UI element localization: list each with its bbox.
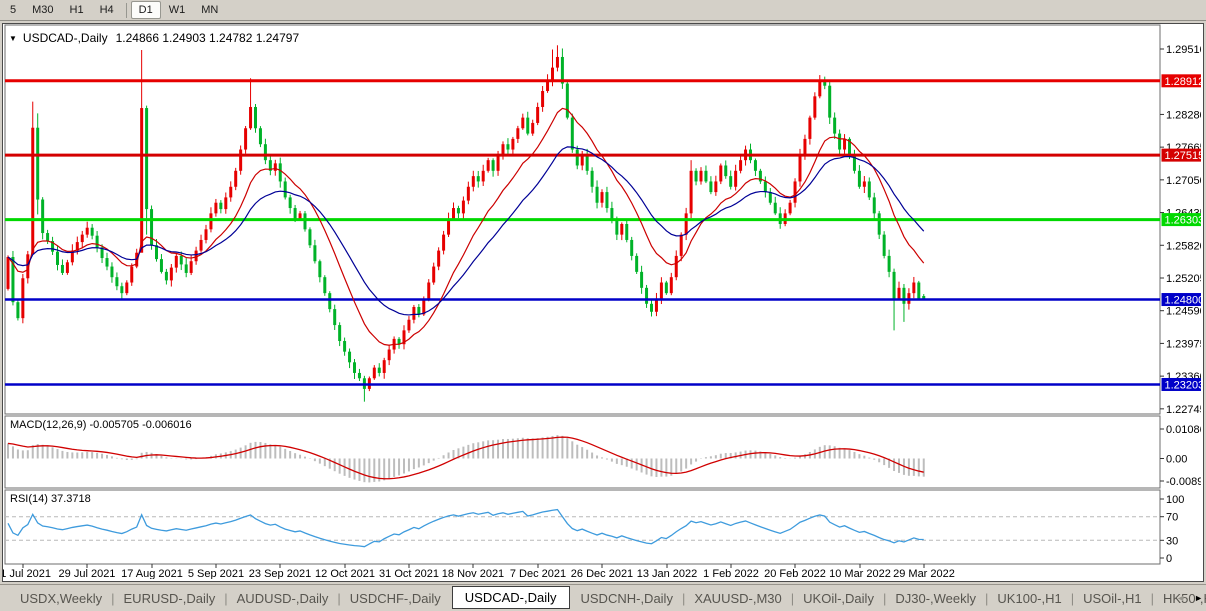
symbol-tab-usdx-weekly[interactable]: USDX,Weekly xyxy=(12,588,110,609)
symbol-tab-xauusd-m30[interactable]: XAUUSD-,M30 xyxy=(686,588,789,609)
rsi-tick-label: 70 xyxy=(1166,512,1178,524)
symbol-tab-uk100-h1[interactable]: UK100-,H1 xyxy=(989,588,1069,609)
date-tick-label: 12 Oct 2021 xyxy=(315,568,375,579)
price-tick-label: 1.25205 xyxy=(1166,273,1201,285)
mt4-terminal: { "toolbar": { "items": [ {"label":"5","… xyxy=(0,0,1206,611)
symbol-tab-bar: USDX,Weekly | EURUSD-,Daily | AUDUSD-,Daily |… xyxy=(0,584,1206,611)
price-axis: 1.295101.282801.276651.270501.264351.258… xyxy=(1160,44,1201,416)
macd-tick-label: 0.00 xyxy=(1166,454,1187,466)
date-axis: 11 Jul 2021 29 Jul 2021 17 Aug 2021 5 Sep 2… xyxy=(3,564,955,579)
rsi-indicator-label: RSI(14) 37.3718 xyxy=(10,493,91,505)
price-tick-label: 1.25820 xyxy=(1166,240,1201,252)
macd-tick-label: -0.00897 xyxy=(1166,476,1201,488)
symbol-tab-dj30-weekly[interactable]: DJ30-,Weekly xyxy=(887,588,984,609)
price-tick-label: 1.29510 xyxy=(1166,44,1201,56)
price-chart-canvas[interactable]: 1.295101.282801.276651.270501.264351.258… xyxy=(3,24,1201,579)
rsi-axis: 100 70 30 0 xyxy=(1160,494,1184,565)
rsi-tick-label: 100 xyxy=(1166,494,1184,506)
symbol-tab-audusd-daily[interactable]: AUDUSD-,Daily xyxy=(229,588,337,609)
price-level-badge-label: 1.23203 xyxy=(1165,379,1202,391)
price-tick-label: 1.27050 xyxy=(1166,175,1201,187)
toolbar-separator xyxy=(125,2,127,18)
chart-title-line: ▼ USDCAD-,Daily 1.24866 1.24903 1.24782 1.… xyxy=(9,31,299,45)
timeframe-button-D1[interactable]: D1 xyxy=(130,1,161,19)
date-tick-label: 29 Jul 2021 xyxy=(59,568,116,579)
date-tick-label: 11 Jul 2021 xyxy=(3,568,51,579)
tabs-scroll-right-icon[interactable]: ► xyxy=(1194,593,1203,603)
symbol-tab-usdcad-daily[interactable]: USDCAD-,Daily xyxy=(451,585,570,609)
date-tick-label: 17 Aug 2021 xyxy=(121,568,183,579)
chart-ohlc-values: 1.24866 1.24903 1.24782 1.24797 xyxy=(115,31,300,45)
symbol-tab-usdchf-daily[interactable]: USDCHF-,Daily xyxy=(342,588,449,609)
price-level-badge-label: 1.26303 xyxy=(1165,215,1202,227)
price-tick-label: 1.23975 xyxy=(1166,338,1201,350)
chart-window: ▼ USDCAD-,Daily 1.24866 1.24903 1.24782 1.… xyxy=(2,23,1204,582)
symbol-tab-ukoil-daily[interactable]: UKOil-,Daily xyxy=(795,588,882,609)
date-tick-label: 31 Oct 2021 xyxy=(379,568,439,579)
price-level-badge-label: 1.24800 xyxy=(1165,295,1202,307)
timeframe-button-H1[interactable]: H1 xyxy=(62,1,92,19)
macd-tick-label: 0.010869 xyxy=(1166,424,1201,436)
timeframe-button-W1[interactable]: W1 xyxy=(161,1,194,19)
symbol-tab-eurusd-daily[interactable]: EURUSD-,Daily xyxy=(116,588,224,609)
rsi-pane xyxy=(4,489,1161,565)
date-tick-label: 20 Feb 2022 xyxy=(764,568,826,579)
macd-indicator-label: MACD(12,26,9) -0.005705 -0.006016 xyxy=(10,419,192,431)
price-level-badge-label: 1.27515 xyxy=(1165,150,1202,162)
date-tick-label: 7 Dec 2021 xyxy=(510,568,566,579)
date-tick-label: 10 Mar 2022 xyxy=(829,568,891,579)
date-tick-label: 18 Nov 2021 xyxy=(442,568,504,579)
date-tick-label: 23 Sep 2021 xyxy=(249,568,311,579)
timeframe-button-H4[interactable]: H4 xyxy=(92,1,122,19)
date-tick-label: 5 Sep 2021 xyxy=(188,568,244,579)
rsi-tick-label: 0 xyxy=(1166,553,1172,565)
date-tick-label: 13 Jan 2022 xyxy=(637,568,698,579)
date-tick-label: 1 Feb 2022 xyxy=(703,568,759,579)
rsi-tick-label: 30 xyxy=(1166,535,1178,547)
chart-title: USDCAD-,Daily xyxy=(22,31,108,45)
date-tick-label: 29 Mar 2022 xyxy=(893,568,955,579)
tab-scroll-arrows: ◄ ► xyxy=(1176,593,1203,603)
price-level-badge-label: 1.28912 xyxy=(1165,76,1202,88)
timeframe-button-M30[interactable]: M30 xyxy=(24,1,61,19)
tabs-scroll-left-icon[interactable]: ◄ xyxy=(1176,593,1185,603)
price-tick-label: 1.22745 xyxy=(1166,404,1201,416)
date-tick-label: 26 Dec 2021 xyxy=(571,568,633,579)
timeframe-toolbar: 5 M30 H1 H4 D1 W1 MN xyxy=(0,0,1206,21)
macd-axis: 0.010869 0.00 -0.00897 xyxy=(1160,424,1201,488)
symbol-tab-usoil-h1[interactable]: USOil-,H1 xyxy=(1075,588,1150,609)
timeframe-button-MN[interactable]: MN xyxy=(193,1,226,19)
chart-dropdown-icon[interactable]: ▼ xyxy=(9,34,17,43)
symbol-tab-usdcnh-daily[interactable]: USDCNH-,Daily xyxy=(573,588,681,609)
price-tick-label: 1.24590 xyxy=(1166,306,1201,318)
timeframe-button-5[interactable]: 5 xyxy=(2,1,24,19)
price-tick-label: 1.28280 xyxy=(1166,109,1201,121)
